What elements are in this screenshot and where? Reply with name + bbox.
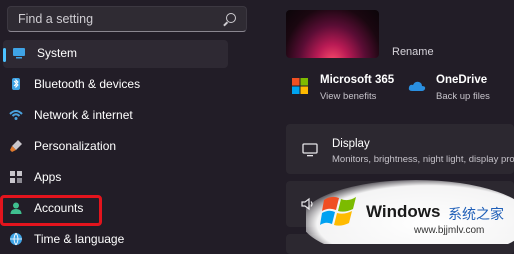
tile-title: Microsoft 365 [320,74,395,86]
rename-link[interactable]: Rename [392,46,434,58]
sidebar-item-label: Network & internet [34,108,133,122]
sidebar-item-apps[interactable]: Apps [0,164,228,192]
watermark-url: www.bjjmlv.com [414,225,485,236]
system-icon [13,48,25,59]
sidebar-item-network-internet[interactable]: Network & internet [0,102,228,130]
microsoft-365-icon [292,78,308,94]
watermark: Windows 系统之家 www.bjjmlv.com [306,180,514,244]
display-card[interactable]: Display Monitors, brightness, night ligh… [286,124,514,174]
selection-indicator [3,48,6,62]
microsoft-365-tile[interactable]: Microsoft 365 View benefits [286,72,396,106]
desktop-wallpaper-thumbnail [286,10,379,58]
sidebar-item-label: System [37,46,78,60]
sidebar-item-label: Apps [34,170,62,184]
tile-subtitle: Back up files [436,91,490,102]
wifi-icon [9,110,23,120]
brush-icon [10,140,22,152]
sidebar-item-system[interactable]: System [3,40,228,68]
sidebar-item-label: Bluetooth & devices [34,77,141,91]
card-title: Display [332,138,370,150]
windows-logo-icon [320,196,356,226]
sidebar-item-time-language[interactable]: Time & language [0,226,228,254]
search-icon[interactable] [226,13,236,23]
search-placeholder: Find a setting [18,12,94,26]
sidebar-item-label: Personalization [34,139,117,153]
display-icon [302,143,318,157]
sidebar-item-bluetooth-devices[interactable]: Bluetooth & devices [0,71,228,99]
card-subtitle: Monitors, brightness, night light, displ… [332,154,514,165]
bluetooth-icon [12,78,20,90]
tile-title: OneDrive [436,74,488,86]
sidebar-item-personalization[interactable]: Personalization [0,133,228,161]
tile-subtitle: View benefits [320,91,377,102]
onedrive-tile[interactable]: OneDrive Back up files [402,72,514,106]
onedrive-icon [408,81,426,91]
search-input[interactable]: Find a setting [7,6,247,32]
watermark-brand: Windows [366,202,441,221]
accounts-highlight-box [0,195,102,226]
apps-icon [10,171,22,183]
watermark-suffix: 系统之家 [448,207,504,223]
